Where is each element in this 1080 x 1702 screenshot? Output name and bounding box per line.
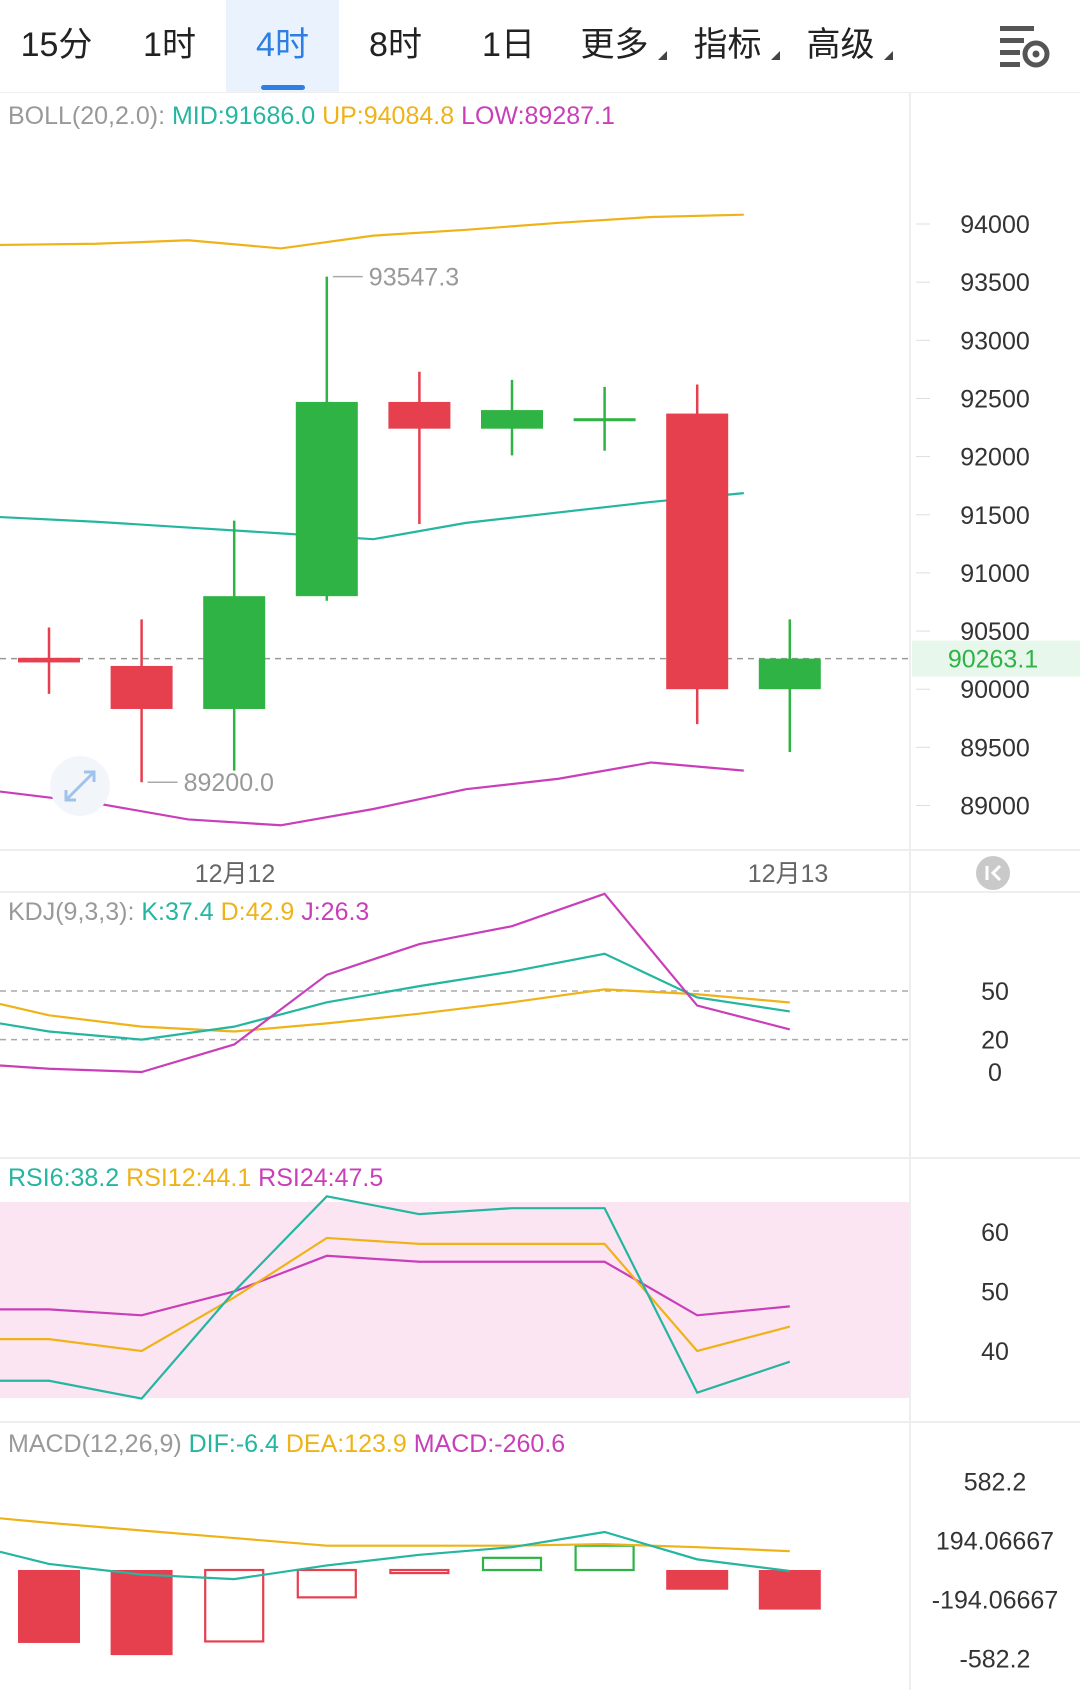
chart-settings-icon[interactable] — [998, 18, 1054, 74]
boll-mid-line — [0, 492, 744, 541]
expand-icon[interactable] — [50, 756, 110, 816]
boll-legend-item: UP:94084.8 — [315, 102, 454, 130]
rsi-tick-label: 60 — [981, 1219, 1009, 1247]
tab-1d[interactable]: 1日 — [452, 0, 565, 92]
kdj-legend-item: D:42.9 — [214, 898, 295, 926]
last-price-label: 90263.1 — [948, 646, 1038, 674]
macd-legend-item: DEA:123.9 — [279, 1430, 407, 1458]
rsi-tick-label: 40 — [981, 1338, 1009, 1366]
boll-legend: BOLL(20,2.0): MID:91686.0 UP:94084.8 LOW… — [8, 102, 615, 130]
timeframe-tab-bar: 15分 1时 4时 8时 1日 更多 指标 高级 — [0, 0, 1080, 93]
dropdown-corner-icon — [883, 51, 893, 60]
tab-4h[interactable]: 4时 — [226, 0, 339, 92]
candle-body — [666, 413, 729, 690]
macd-tick-label: 582.2 — [964, 1469, 1027, 1497]
boll-legend-item: BOLL(20,2.0): — [8, 102, 165, 130]
rsi-band — [0, 1202, 910, 1398]
rsi-legend-item: RSI6:38.2 — [8, 1164, 119, 1192]
price-tick-label: 93500 — [960, 269, 1030, 297]
macd-tick-label: -194.06667 — [932, 1586, 1059, 1614]
macd-legend-item: MACD(12,26,9) — [8, 1430, 182, 1458]
rsi-tick-label: 50 — [981, 1279, 1009, 1307]
price-tick-label: 90000 — [960, 676, 1030, 704]
boll-upper-line — [0, 213, 744, 250]
kdj-tick-label: 0 — [988, 1059, 1002, 1087]
candle-body — [18, 657, 80, 663]
candle-body — [388, 401, 451, 429]
kdj-tick-label: 20 — [981, 1027, 1009, 1055]
macd-bar — [389, 1568, 450, 1575]
scroll-to-latest-icon[interactable] — [976, 856, 1010, 890]
dropdown-corner-icon — [657, 51, 667, 60]
macd-bar — [666, 1570, 729, 1590]
tab-15m[interactable]: 15分 — [0, 0, 113, 92]
tab-advanced[interactable]: 高级 — [791, 0, 904, 92]
boll-lower-line — [0, 761, 744, 827]
candle-body — [203, 596, 266, 709]
macd-tick-label: -582.2 — [960, 1645, 1031, 1673]
low-annotation: 89200.0 — [184, 769, 274, 797]
macd-legend-item: MACD:-260.6 — [407, 1430, 565, 1458]
tab-more[interactable]: 更多 — [565, 0, 678, 92]
macd-dea-line — [0, 1517, 790, 1553]
macd-legend: MACD(12,26,9) DIF:-6.4 DEA:123.9 MACD:-2… — [8, 1430, 565, 1458]
candle-body — [295, 401, 358, 597]
price-tick-label: 93000 — [960, 327, 1030, 355]
macd-bar — [18, 1570, 80, 1643]
macd-bar — [758, 1570, 821, 1610]
price-tick-label: 89000 — [960, 793, 1030, 821]
candle-body — [110, 665, 173, 709]
candle-body — [573, 418, 636, 422]
tab-8h[interactable]: 8时 — [339, 0, 452, 92]
macd-bar — [204, 1568, 265, 1643]
price-tick-label: 94000 — [960, 211, 1030, 239]
high-annotation: 93547.3 — [369, 264, 459, 292]
macd-bar — [296, 1568, 357, 1599]
candle-body — [758, 658, 821, 690]
dropdown-corner-icon — [770, 51, 780, 60]
date-label: 12月12 — [195, 860, 276, 888]
kdj-legend-item: KDJ(9,3,3): — [8, 898, 134, 926]
kdj-legend-item: K:37.4 — [134, 898, 213, 926]
price-tick-label: 91500 — [960, 502, 1030, 530]
price-tick-label: 89500 — [960, 734, 1030, 762]
macd-bar — [574, 1544, 635, 1572]
tab-1h[interactable]: 1时 — [113, 0, 226, 92]
price-tick-label: 92500 — [960, 385, 1030, 413]
rsi-legend: RSI6:38.2 RSI12:44.1 RSI24:47.5 — [8, 1164, 383, 1192]
price-tick-label: 92000 — [960, 444, 1030, 472]
kdj-d-line — [0, 988, 790, 1033]
candle-body — [481, 410, 543, 429]
macd-bar — [110, 1570, 173, 1656]
macd-tick-label: 194.06667 — [936, 1528, 1054, 1556]
date-label: 12月13 — [748, 860, 829, 888]
boll-legend-item: MID:91686.0 — [165, 102, 315, 130]
macd-bar — [481, 1556, 543, 1572]
macd-legend-item: DIF:-6.4 — [182, 1430, 279, 1458]
rsi-legend-item: RSI12:44.1 — [119, 1164, 251, 1192]
rsi-legend-item: RSI24:47.5 — [251, 1164, 383, 1192]
tab-indicators[interactable]: 指标 — [678, 0, 791, 92]
kdj-legend: KDJ(9,3,3): K:37.4 D:42.9 J:26.3 — [8, 898, 369, 926]
kdj-k-line — [0, 952, 790, 1041]
boll-legend-item: LOW:89287.1 — [454, 102, 615, 130]
chart-canvas[interactable]: 9400093500930009250092000915009100090500… — [0, 92, 1080, 1702]
kdj-tick-label: 50 — [981, 978, 1009, 1006]
price-tick-label: 91000 — [960, 560, 1030, 588]
kdj-legend-item: J:26.3 — [294, 898, 369, 926]
